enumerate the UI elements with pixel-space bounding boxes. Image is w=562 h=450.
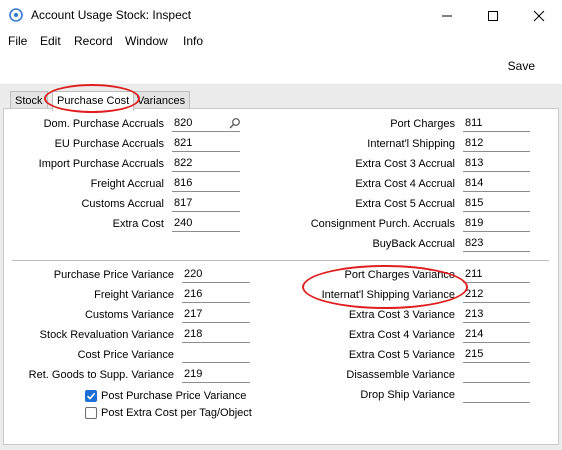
label-port-charges: Port Charges xyxy=(390,118,455,130)
field-eu-purchase-accruals[interactable]: 821 xyxy=(172,137,240,152)
paste-special-icon[interactable] xyxy=(229,117,241,129)
label-extra-cost-5-accrual: Extra Cost 5 Accrual xyxy=(355,198,455,210)
window-title: Account Usage Stock: Inspect xyxy=(31,8,192,22)
label-extra-cost-4-variance: Extra Cost 4 Variance xyxy=(348,329,455,341)
label-post-purchase-price-variance: Post Purchase Price Variance xyxy=(101,390,247,402)
maximize-button[interactable] xyxy=(470,0,516,31)
field-extra-cost-4-variance[interactable]: 214 xyxy=(463,328,530,343)
label-drop-ship-variance: Drop Ship Variance xyxy=(360,389,455,401)
field-extra-cost[interactable]: 240 xyxy=(172,217,240,232)
field-disassemble-variance[interactable] xyxy=(463,368,530,383)
menu-file[interactable]: File xyxy=(8,34,27,48)
field-extra-cost-5-accrual[interactable]: 815 xyxy=(463,197,530,212)
close-button[interactable] xyxy=(516,0,562,31)
label-import-purchase-accruals: Import Purchase Accruals xyxy=(38,158,164,170)
label-post-extra-cost-per-tag-object: Post Extra Cost per Tag/Object xyxy=(101,407,252,419)
field-buyback-accrual[interactable]: 823 xyxy=(463,237,530,252)
label-ret-goods-to-supp-variance: Ret. Goods to Supp. Variance xyxy=(28,369,174,381)
label-eu-purchase-accruals: EU Purchase Accruals xyxy=(54,138,164,150)
tab-purchase-cost-label: Purchase Cost xyxy=(57,95,130,107)
label-freight-variance: Freight Variance xyxy=(94,289,174,301)
label-customs-accrual: Customs Accrual xyxy=(81,198,164,210)
label-extra-cost-5-variance: Extra Cost 5 Variance xyxy=(348,349,455,361)
field-extra-cost-4-accrual[interactable]: 814 xyxy=(463,177,530,192)
field-internatl-shipping[interactable]: 812 xyxy=(463,137,530,152)
label-cost-price-variance: Cost Price Variance xyxy=(77,349,174,361)
label-internatl-shipping: Internat'l Shipping xyxy=(367,138,455,150)
menu-window[interactable]: Window xyxy=(125,34,168,48)
label-disassemble-variance: Disassemble Variance xyxy=(346,369,455,381)
checkbox-post-purchase-price-variance[interactable] xyxy=(85,390,97,402)
tab-purchase-cost[interactable]: Purchase Cost xyxy=(52,91,135,111)
field-cost-price-variance[interactable] xyxy=(182,348,250,363)
field-extra-cost-3-accrual[interactable]: 813 xyxy=(463,157,530,172)
field-customs-variance[interactable]: 217 xyxy=(182,308,250,323)
title-bar: Account Usage Stock: Inspect xyxy=(0,0,562,31)
field-import-purchase-accruals[interactable]: 822 xyxy=(172,157,240,172)
section-divider xyxy=(12,260,549,261)
menu-record[interactable]: Record xyxy=(74,34,113,48)
label-freight-accrual: Freight Accrual xyxy=(90,178,164,190)
label-customs-variance: Customs Variance xyxy=(84,309,174,321)
checkmark-icon xyxy=(86,392,96,400)
field-customs-accrual[interactable]: 817 xyxy=(172,197,240,212)
field-freight-variance[interactable]: 216 xyxy=(182,288,250,303)
label-internatl-shipping-variance: Internat'l Shipping Variance xyxy=(321,289,455,301)
content-area: Stock Variances Purchase Cost Dom. Purch… xyxy=(0,84,562,450)
menu-info[interactable]: Info xyxy=(183,34,203,48)
label-extra-cost-4-accrual: Extra Cost 4 Accrual xyxy=(355,178,455,190)
field-port-charges-variance[interactable]: 211 xyxy=(463,268,530,283)
label-extra-cost-3-variance: Extra Cost 3 Variance xyxy=(348,309,455,321)
field-extra-cost-3-variance[interactable]: 213 xyxy=(463,308,530,323)
label-port-charges-variance: Port Charges Variance xyxy=(344,269,455,281)
field-freight-accrual[interactable]: 816 xyxy=(172,177,240,192)
field-port-charges[interactable]: 811 xyxy=(463,117,530,132)
menu-edit[interactable]: Edit xyxy=(40,34,61,48)
field-extra-cost-5-variance[interactable]: 215 xyxy=(463,348,530,363)
field-ret-goods-to-supp-variance[interactable]: 219 xyxy=(182,368,250,383)
app-icon xyxy=(9,8,23,22)
label-extra-cost: Extra Cost xyxy=(112,218,164,230)
tab-variances-label: Variances xyxy=(137,95,186,107)
minimize-button[interactable] xyxy=(424,0,470,31)
checkbox-post-extra-cost-per-tag-object[interactable] xyxy=(85,407,97,419)
close-icon xyxy=(533,10,545,21)
label-stock-revaluation-variance: Stock Revaluation Variance xyxy=(39,329,174,341)
minimize-icon xyxy=(442,15,452,16)
tab-stock-label: Stock xyxy=(15,95,43,107)
label-buyback-accrual: BuyBack Accrual xyxy=(372,238,455,250)
label-extra-cost-3-accrual: Extra Cost 3 Accrual xyxy=(355,158,455,170)
label-purchase-price-variance: Purchase Price Variance xyxy=(53,269,174,281)
save-button[interactable]: Save xyxy=(508,59,535,73)
field-internatl-shipping-variance[interactable]: 212 xyxy=(463,288,530,303)
label-dom-purchase-accruals: Dom. Purchase Accruals xyxy=(43,118,164,130)
field-drop-ship-variance[interactable] xyxy=(463,388,530,403)
field-stock-revaluation-variance[interactable]: 218 xyxy=(182,328,250,343)
field-consignment-purch-accruals[interactable]: 819 xyxy=(463,217,530,232)
label-consignment-purch-accruals: Consignment Purch. Accruals xyxy=(310,218,455,230)
field-purchase-price-variance[interactable]: 220 xyxy=(182,268,250,283)
maximize-icon xyxy=(488,10,498,21)
toolbar: Save xyxy=(0,52,562,85)
menu-bar: File Edit Record Window Info xyxy=(0,31,562,52)
